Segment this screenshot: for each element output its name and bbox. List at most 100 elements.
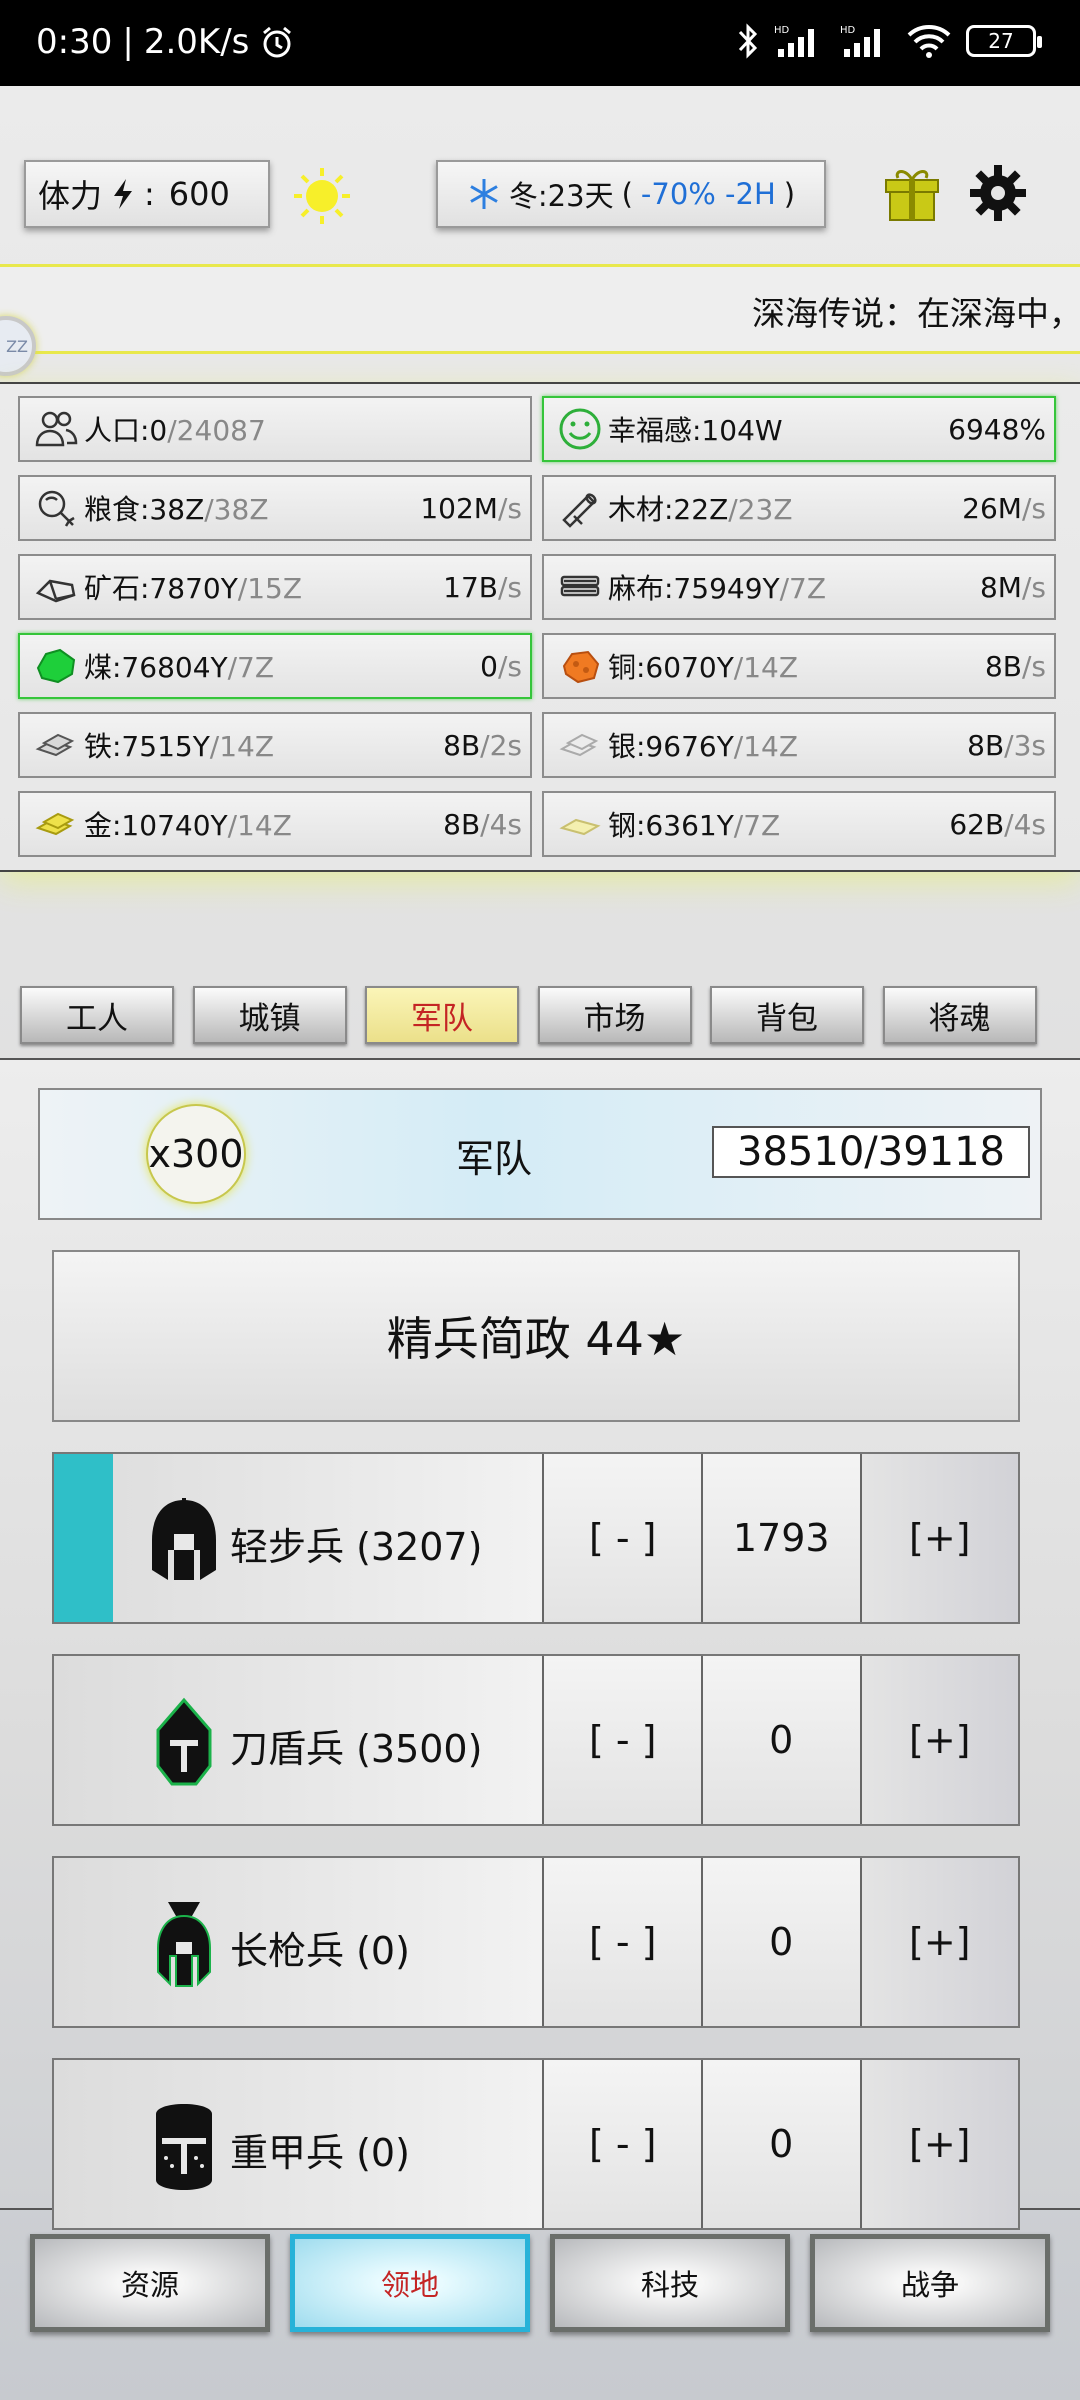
steel-icon <box>558 802 602 846</box>
increase-button[interactable]: [+] <box>859 1656 1019 1824</box>
resource-rate: 8B/4s <box>443 807 522 841</box>
spartan-helmet-icon <box>144 1494 224 1586</box>
resource-rate: 26M/s <box>962 491 1046 525</box>
settings-gear-icon[interactable] <box>968 163 1028 223</box>
gift-icon[interactable] <box>882 162 942 224</box>
battery-icon: 27 <box>966 25 1042 57</box>
ticker-text: 深海传说：在深海中， <box>752 294 1080 333</box>
resource-rate: 8B/s <box>984 649 1046 683</box>
resource-cell[interactable]: 铁:7515Y/14Z 8B/2s <box>18 712 532 778</box>
resource-cell[interactable]: 钢:6361Y/7Z 62B/4s <box>542 791 1056 857</box>
unit-row: 轻步兵 (3207) [ - ] 1793 [+] <box>52 1452 1020 1624</box>
ore-icon <box>34 565 78 609</box>
resource-cell[interactable]: 煤:76804Y/7Z 0/s <box>18 633 532 699</box>
news-ticker: 深海传说：在深海中， <box>0 264 1080 354</box>
tab-workers[interactable]: 工人 <box>20 986 174 1044</box>
network-speed: 2.0K/s <box>143 22 250 62</box>
alarm-icon <box>263 26 292 58</box>
stamina-label: 体力 <box>38 177 103 215</box>
crested-helmet-icon <box>144 1898 224 1990</box>
resource-rate: 0/s <box>480 649 522 683</box>
decrease-button[interactable]: [ - ] <box>542 1656 701 1824</box>
unit-amount: 0 <box>700 1656 860 1824</box>
increase-button[interactable]: [+] <box>859 1858 1019 2026</box>
resource-name: 矿石:7870Y/15Z <box>84 572 303 605</box>
resource-rate: 17B/s <box>443 570 522 604</box>
unit-info[interactable]: 轻步兵 (3207) <box>54 1454 543 1622</box>
army-panel <box>0 1058 1080 2210</box>
resource-cell[interactable]: 幸福感:104W 6948% <box>542 396 1056 462</box>
status-time: 0:30 <box>36 22 113 62</box>
unit-name: 轻步兵 (3207) <box>230 1525 483 1569</box>
resource-cell[interactable]: 金:10740Y/14Z 8B/4s <box>18 791 532 857</box>
resource-name: 麻布:75949Y/7Z <box>608 572 827 605</box>
gold-icon <box>34 802 78 846</box>
resource-name: 木材:22Z/23Z <box>608 493 793 526</box>
policy-button[interactable]: 精兵简政 44★ <box>52 1250 1020 1422</box>
army-title: 军队 <box>456 1137 533 1181</box>
tab-army[interactable]: 军队 <box>365 986 519 1044</box>
nav-technology[interactable]: 科技 <box>550 2234 790 2332</box>
resource-name: 钢:6361Y/7Z <box>608 809 781 842</box>
silver-icon <box>558 723 602 767</box>
linen-icon <box>558 565 602 609</box>
wifi-icon <box>907 25 951 58</box>
tab-market[interactable]: 市场 <box>537 986 692 1044</box>
resource-rate: 8M/s <box>979 570 1046 604</box>
policy-label: 精兵简政 44★ <box>386 1312 686 1366</box>
decrease-button[interactable]: [ - ] <box>542 1858 701 2026</box>
lightning-icon <box>114 179 133 209</box>
resource-name: 铁:7515Y/14Z <box>84 730 275 763</box>
resource-cell[interactable]: 粮食:38Z/38Z 102M/s <box>18 475 532 541</box>
knight-helmet-icon <box>144 1696 224 1788</box>
nav-resources[interactable]: 资源 <box>30 2234 270 2332</box>
resource-cell[interactable]: 铜:6070Y/14Z 8B/s <box>542 633 1056 699</box>
army-count: 38510/39118 <box>712 1126 1030 1178</box>
unit-name: 刀盾兵 (3500) <box>230 1727 483 1771</box>
snowflake-icon <box>470 179 498 209</box>
tab-backpack[interactable]: 背包 <box>710 986 864 1044</box>
status-bar: 0:30 | 2.0K/s HD HD 27 <box>0 0 1080 86</box>
resource-cell[interactable]: 矿石:7870Y/15Z 17B/s <box>18 554 532 620</box>
increase-button[interactable]: [+] <box>859 2060 1019 2228</box>
coal-icon <box>34 644 78 688</box>
stamina-value: 600 <box>168 175 230 213</box>
stamina-panel: 体力 : 600 <box>24 160 270 228</box>
decrease-button[interactable]: [ - ] <box>542 2060 701 2228</box>
resource-name: 幸福感:104W <box>608 414 783 447</box>
nav-war[interactable]: 战争 <box>810 2234 1050 2332</box>
resource-cell[interactable]: 人口:0/24087 <box>18 396 532 462</box>
wood-icon <box>558 486 602 530</box>
nav-territory[interactable]: 领地 <box>290 2234 530 2332</box>
unit-info[interactable]: 长枪兵 (0) <box>54 1858 543 2026</box>
unit-info[interactable]: 刀盾兵 (3500) <box>54 1656 543 1824</box>
resource-rate: 62B/4s <box>949 807 1046 841</box>
tab-general-soul[interactable]: 将魂 <box>882 986 1037 1044</box>
sun-icon[interactable] <box>290 164 354 228</box>
resource-cell[interactable]: 银:9676Y/14Z 8B/3s <box>542 712 1056 778</box>
unit-info[interactable]: 重甲兵 (0) <box>54 2060 543 2228</box>
happy-face-icon <box>558 407 602 451</box>
tab-town[interactable]: 城镇 <box>192 986 347 1044</box>
unit-amount: 0 <box>700 2060 860 2228</box>
population-icon <box>34 407 78 451</box>
svg-text:HD: HD <box>840 25 856 36</box>
unit-amount: 1793 <box>700 1454 860 1622</box>
increase-button[interactable]: [+] <box>859 1454 1019 1622</box>
resource-cell[interactable]: 麻布:75949Y/7Z 8M/s <box>542 554 1056 620</box>
season-text: 冬:23天 <box>508 179 614 213</box>
resource-rate: 8B/2s <box>443 728 522 762</box>
unit-row: 刀盾兵 (3500) [ - ] 0 [+] <box>52 1654 1020 1826</box>
unit-name: 长枪兵 (0) <box>230 1929 410 1973</box>
season-panel[interactable]: 冬:23天 (-70% -2H) <box>436 160 826 228</box>
resource-name: 金:10740Y/14Z <box>84 809 292 842</box>
food-icon <box>34 486 78 530</box>
multiplier-button[interactable]: x300 <box>146 1104 246 1204</box>
decrease-button[interactable]: [ - ] <box>542 1454 701 1622</box>
resource-cell[interactable]: 木材:22Z/23Z 26M/s <box>542 475 1056 541</box>
resource-rate: 6948% <box>948 412 1046 446</box>
unit-progress-bar <box>54 1454 113 1622</box>
copper-icon <box>558 644 602 688</box>
resource-name: 人口:0/24087 <box>84 414 266 447</box>
unit-row: 长枪兵 (0) [ - ] 0 [+] <box>52 1856 1020 2028</box>
